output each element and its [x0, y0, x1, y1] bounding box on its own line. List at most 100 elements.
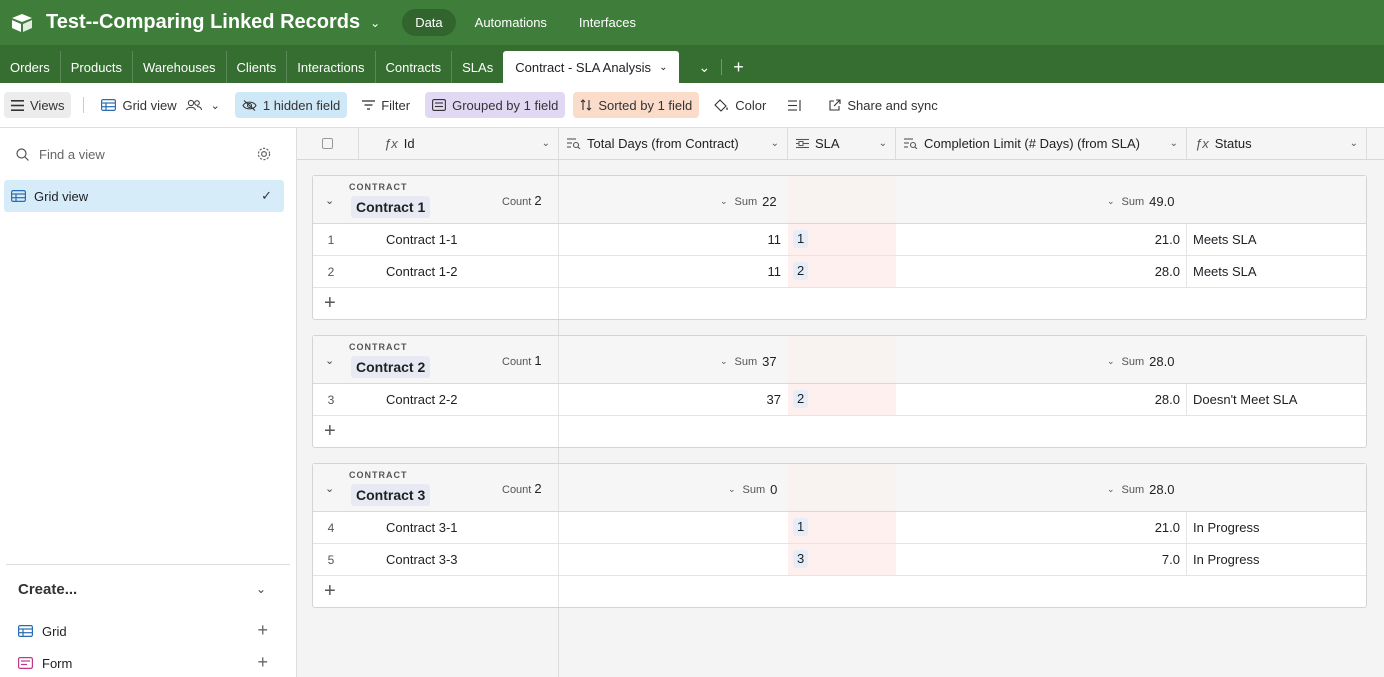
cell-completion-limit[interactable]: 28.0 [896, 264, 1180, 279]
filter-button[interactable]: Filter [355, 92, 417, 118]
table-row[interactable]: 5 Contract 3-3 3 7.0 In Progress [313, 544, 1366, 576]
cell-sla[interactable]: 1 [788, 224, 896, 255]
group-sum-total-days[interactable]: ⌄ Sum 22 [720, 194, 777, 209]
nav-automations[interactable]: Automations [462, 9, 560, 36]
linked-record-chip[interactable]: 1 [793, 518, 809, 536]
cell-sla[interactable]: 2 [788, 384, 896, 415]
chevron-down-icon[interactable]: ⌄ [211, 99, 220, 112]
hidden-fields-button[interactable]: 1 hidden field [234, 92, 348, 118]
chevron-down-icon[interactable]: ⌄ [771, 138, 779, 149]
share-sync-button[interactable]: Share and sync [822, 92, 944, 118]
cell-status[interactable]: In Progress [1193, 520, 1259, 535]
linked-record-chip[interactable]: 1 [793, 230, 809, 248]
tab-warehouses[interactable]: Warehouses [133, 51, 227, 83]
find-view-input[interactable] [39, 146, 239, 162]
cell-completion-limit[interactable]: 21.0 [896, 520, 1180, 535]
chevron-down-icon[interactable]: ⌄ [370, 16, 380, 30]
tab-slas[interactable]: SLAs [452, 51, 503, 83]
plus-icon[interactable]: + [324, 292, 336, 314]
cell-completion-limit[interactable]: 28.0 [896, 392, 1180, 407]
select-all-checkbox[interactable] [322, 138, 333, 149]
add-record-row[interactable]: + [313, 576, 1366, 607]
cell-total-days[interactable]: 11 [559, 232, 782, 247]
chevron-down-icon[interactable]: ⌄ [325, 482, 334, 495]
sort-button[interactable]: Sorted by 1 field [573, 92, 700, 118]
chevron-down-icon[interactable]: ⌄ [659, 62, 667, 73]
nav-interfaces[interactable]: Interfaces [566, 9, 649, 36]
cell-sla[interactable]: 1 [788, 512, 896, 543]
cell-sla[interactable]: 2 [788, 256, 896, 287]
base-logo-icon[interactable] [10, 11, 34, 35]
cell-total-days[interactable]: 11 [559, 264, 782, 279]
cell-completion-limit[interactable]: 7.0 [896, 552, 1180, 567]
cell-id[interactable]: Contract 3-3 [386, 552, 458, 567]
column-header-id[interactable]: ƒx Id ⌄ [359, 128, 559, 159]
cell-status[interactable]: Meets SLA [1193, 232, 1257, 247]
cell-total-days[interactable]: 37 [559, 392, 781, 407]
column-header-total-days[interactable]: Total Days (from Contract) ⌄ [559, 128, 788, 159]
group-header[interactable]: ⌄ CONTRACT Contract 1 Count 2 ⌄ Sum 22 ⌄ Sum… [313, 176, 1366, 224]
group-sum-completion-limit[interactable]: ⌄ Sum 49.0 [1107, 194, 1174, 209]
column-header-sla[interactable]: SLA ⌄ [788, 128, 896, 159]
add-record-row[interactable]: + [313, 288, 1366, 319]
row-height-button[interactable] [781, 92, 814, 118]
column-header-completion-limit[interactable]: Completion Limit (# Days) (from SLA) ⌄ [896, 128, 1187, 159]
create-form-item[interactable]: Form + [18, 652, 278, 674]
cell-id[interactable]: Contract 3-1 [386, 520, 458, 535]
group-sum-total-days[interactable]: ⌄ Sum 0 [728, 482, 777, 497]
group-header[interactable]: ⌄ CONTRACT Contract 2 Count 1 ⌄ Sum 37 ⌄ Sum… [313, 336, 1366, 384]
group-sum-total-days[interactable]: ⌄ Sum 37 [720, 354, 777, 369]
create-section-title[interactable]: Create... [18, 581, 77, 598]
add-table-icon[interactable]: + [722, 51, 755, 83]
linked-record-chip[interactable]: 2 [793, 390, 809, 408]
select-all-checkbox-cell[interactable] [297, 128, 359, 159]
create-grid-item[interactable]: Grid + [18, 620, 278, 642]
chevron-down-icon[interactable]: ⌄ [1170, 138, 1178, 149]
tab-contracts[interactable]: Contracts [376, 51, 453, 83]
add-record-row[interactable]: + [313, 416, 1366, 447]
group-sum-completion-limit[interactable]: ⌄ Sum 28.0 [1107, 482, 1174, 497]
cell-id[interactable]: Contract 2-2 [386, 392, 458, 407]
chevron-down-icon[interactable]: ⌄ [256, 582, 266, 596]
cell-status[interactable]: In Progress [1193, 552, 1259, 567]
chevron-down-icon[interactable]: ⌄ [1350, 138, 1358, 149]
table-row[interactable]: 1 Contract 1-1 11 1 21.0 Meets SLA [313, 224, 1366, 256]
chevron-down-icon[interactable]: ⌄ [325, 354, 334, 367]
plus-icon[interactable]: + [324, 580, 336, 602]
more-tables-icon[interactable]: ⌄ [687, 51, 721, 83]
plus-icon[interactable]: + [257, 620, 268, 640]
cell-id[interactable]: Contract 1-1 [386, 232, 458, 247]
table-row[interactable]: 2 Contract 1-2 11 2 28.0 Meets SLA [313, 256, 1366, 288]
cell-completion-limit[interactable]: 21.0 [896, 232, 1180, 247]
cell-status[interactable]: Meets SLA [1193, 264, 1257, 279]
grid-view-button[interactable]: Grid view ⌄ [94, 92, 226, 118]
table-row[interactable]: 4 Contract 3-1 1 21.0 In Progress [313, 512, 1366, 544]
tab-clients[interactable]: Clients [227, 51, 288, 83]
sidebar-item-grid-view[interactable]: Grid view ✓ [4, 180, 284, 212]
tab-products[interactable]: Products [61, 51, 134, 83]
column-header-status[interactable]: ƒx Status ⌄ [1187, 128, 1367, 159]
base-title[interactable]: Test--Comparing Linked Records [46, 11, 360, 34]
cell-sla[interactable]: 3 [788, 544, 896, 575]
group-header[interactable]: ⌄ CONTRACT Contract 3 Count 2 ⌄ Sum 0 ⌄ Sum 2… [313, 464, 1366, 512]
tab-interactions[interactable]: Interactions [287, 51, 376, 83]
linked-record-chip[interactable]: 3 [793, 550, 809, 568]
nav-data[interactable]: Data [402, 9, 456, 36]
chevron-down-icon[interactable]: ⌄ [879, 138, 887, 149]
views-button[interactable]: Views [4, 92, 72, 118]
cell-id[interactable]: Contract 1-2 [386, 264, 458, 279]
color-button[interactable]: Color [707, 92, 773, 118]
chevron-down-icon[interactable]: ⌄ [325, 194, 334, 207]
plus-icon[interactable]: + [324, 420, 336, 442]
tab-orders[interactable]: Orders [0, 51, 61, 83]
table-row[interactable]: 3 Contract 2-2 37 2 28.0 Doesn't Meet SL… [313, 384, 1366, 416]
chevron-down-icon[interactable]: ⌄ [542, 138, 550, 149]
plus-icon[interactable]: + [257, 652, 268, 672]
group-sum-completion-limit[interactable]: ⌄ Sum 28.0 [1107, 354, 1174, 369]
cell-status[interactable]: Doesn't Meet SLA [1193, 392, 1297, 407]
group-field-label: CONTRACT [349, 182, 408, 192]
gear-icon[interactable] [256, 146, 272, 162]
tab-contract-sla-analysis[interactable]: Contract - SLA Analysis ⌄ [503, 51, 680, 83]
linked-record-chip[interactable]: 2 [793, 262, 809, 280]
group-button[interactable]: Grouped by 1 field [425, 92, 566, 118]
